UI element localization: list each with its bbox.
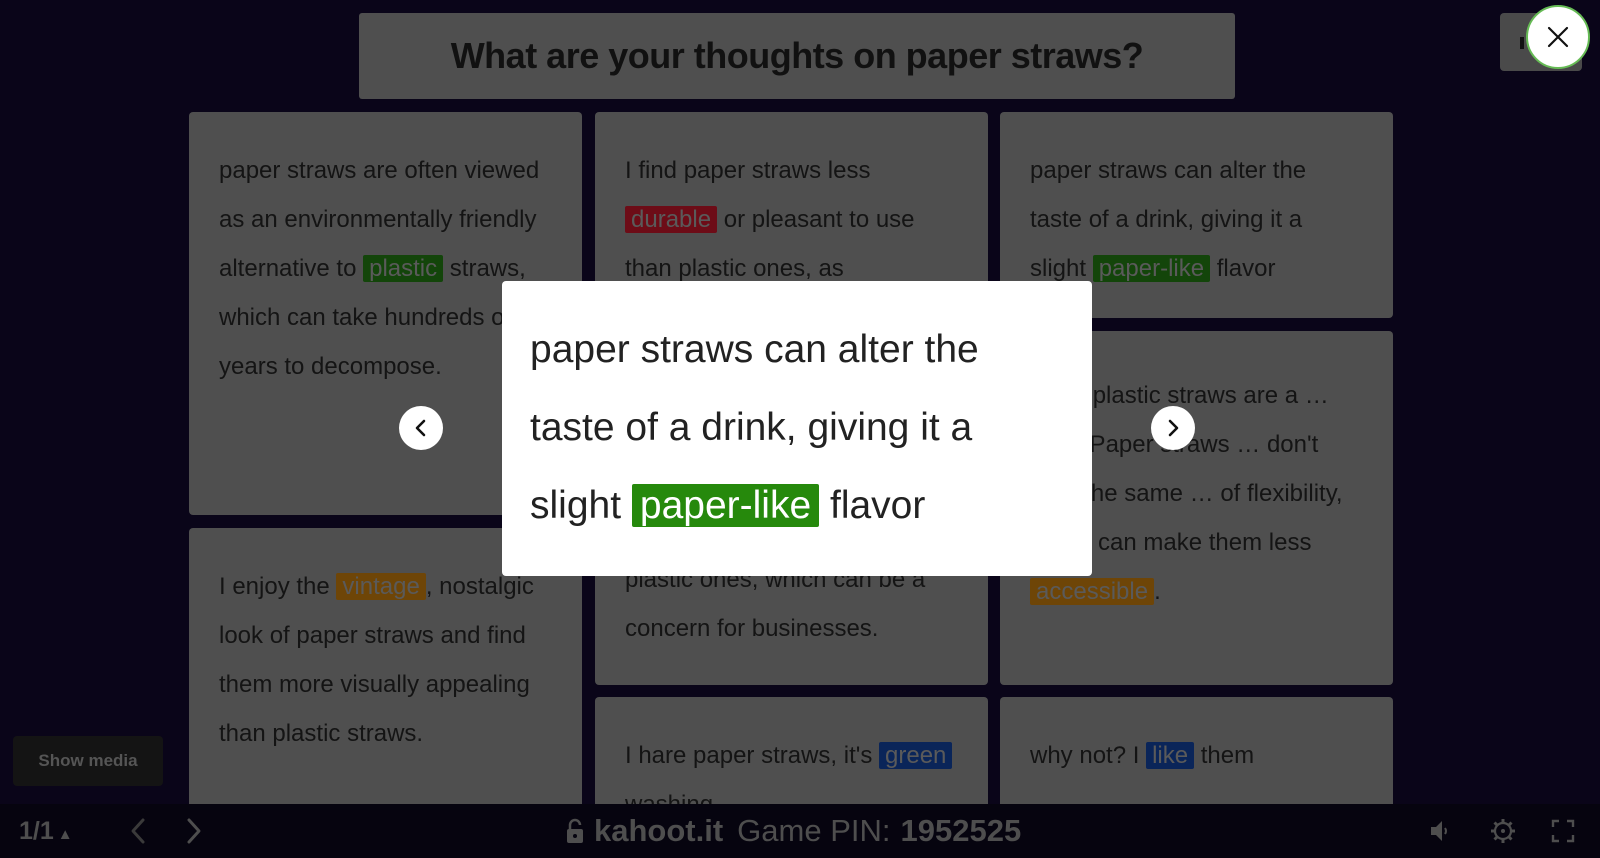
fullscreen-button[interactable]	[1548, 816, 1578, 846]
next-response-button[interactable]	[1151, 406, 1195, 450]
caret-up-icon: ▲	[57, 826, 73, 843]
game-pin-info: kahoot.it Game PIN: 1952525	[566, 813, 1021, 849]
question-title: What are your thoughts on paper straws?	[359, 13, 1235, 99]
button-glyph-icon	[1520, 37, 1524, 49]
response-text: I hare paper straws, it's	[625, 742, 880, 769]
response-text: I find paper straws less	[625, 157, 871, 184]
pin-label: Game PIN:	[737, 813, 891, 848]
highlighted-word: durable	[625, 206, 718, 233]
response-text: them	[1194, 742, 1255, 769]
chevron-right-icon	[187, 818, 201, 844]
response-card[interactable]: why not? I like them	[1000, 697, 1393, 804]
volume-button[interactable]	[1426, 817, 1454, 845]
highlighted-word: vintage	[336, 573, 426, 600]
bottom-bar: 1/1 ▲ kahoot.it Game PIN: 1952525	[0, 804, 1600, 858]
response-text: why not? I	[1030, 742, 1147, 769]
response-text: washing	[625, 791, 713, 804]
highlighted-word: paper-like	[1092, 255, 1211, 282]
expanded-response-modal: paper straws can alter the taste of a dr…	[502, 281, 1092, 576]
join-site: kahoot.it	[594, 813, 724, 848]
close-modal-button[interactable]	[1526, 5, 1590, 69]
chevron-left-icon	[415, 419, 426, 437]
modal-text-after: flavor	[819, 484, 926, 527]
volume-icon	[1431, 821, 1447, 841]
pin-value: 1952525	[900, 813, 1022, 848]
settings-icon	[1491, 819, 1515, 843]
highlighted-word: plastic	[363, 255, 444, 282]
settings-button[interactable]	[1488, 816, 1518, 846]
modal-highlight: paper-like	[631, 484, 820, 527]
response-text: plastic ones, which can be a concern for…	[625, 566, 926, 642]
response-card[interactable]: I hare paper straws, it's green washing	[595, 697, 988, 804]
response-text: I enjoy the	[219, 573, 337, 600]
highlighted-word: like	[1146, 742, 1195, 769]
highlighted-word: green	[879, 742, 953, 769]
chevron-right-icon	[1168, 419, 1179, 437]
slide-counter[interactable]: 1/1 ▲	[19, 817, 73, 846]
fullscreen-icon	[1551, 819, 1575, 843]
chevron-left-icon	[131, 818, 145, 844]
show-media-button[interactable]: Show media	[13, 736, 163, 786]
prev-slide-button[interactable]	[124, 816, 152, 846]
close-icon	[1547, 26, 1569, 48]
previous-response-button[interactable]	[399, 406, 443, 450]
slide-counter-value: 1/1	[19, 817, 54, 845]
lock-icon	[567, 818, 583, 843]
highlighted-word: accessible	[1030, 578, 1155, 605]
response-text: flavor	[1210, 255, 1276, 282]
response-text: .	[1154, 578, 1161, 605]
next-slide-button[interactable]	[180, 816, 208, 846]
